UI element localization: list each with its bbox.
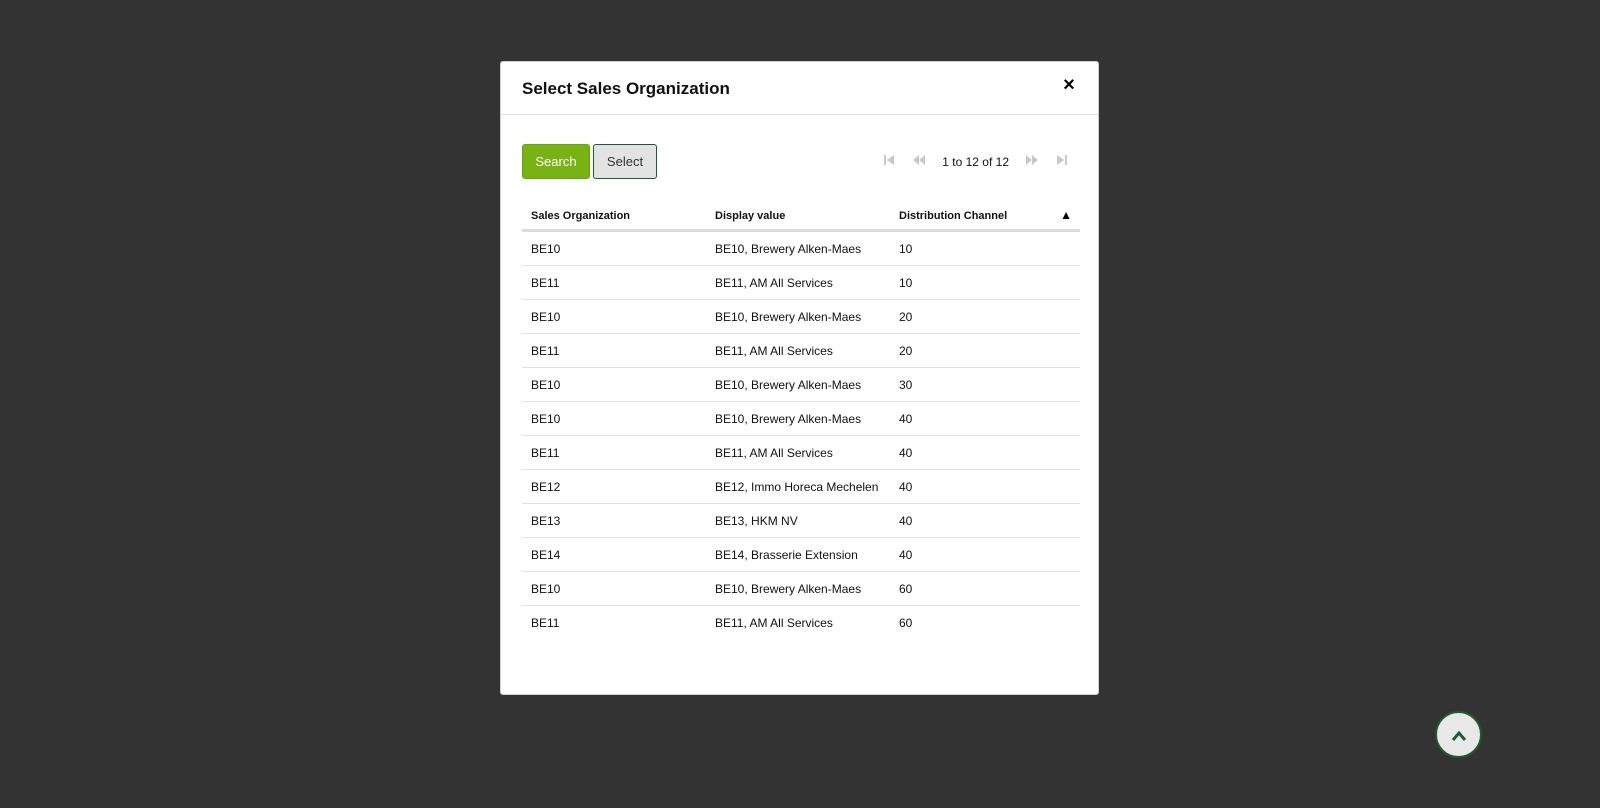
cell-sales-organization: BE12: [531, 480, 561, 494]
column-header-distribution-channel[interactable]: Distribution Channel: [899, 210, 1007, 222]
cell-display-value: BE10, Brewery Alken-Maes: [715, 582, 862, 596]
select-sales-organization-dialog: Select Sales Organization × Search Selec…: [500, 61, 1099, 695]
cell-sales-organization: BE11: [531, 276, 560, 290]
table-row[interactable]: BE11 BE11, AM All Services 60: [522, 606, 1080, 639]
dialog-title: Select Sales Organization: [522, 79, 730, 98]
cell-distribution-channel: 60: [899, 616, 913, 630]
cell-sales-organization: BE10: [531, 412, 561, 426]
cell-sales-organization: BE11: [531, 446, 560, 460]
cell-distribution-channel: 40: [899, 480, 913, 494]
cell-sales-organization: BE10: [531, 310, 561, 324]
table-header: Sales Organization Display value Distrib…: [522, 199, 1080, 232]
cell-distribution-channel: 20: [899, 344, 913, 358]
cell-display-value: BE11, AM All Services: [715, 276, 833, 290]
previous-page-icon[interactable]: [909, 152, 929, 172]
search-button[interactable]: Search: [522, 144, 590, 179]
cell-distribution-channel: 40: [899, 514, 913, 528]
cell-sales-organization: BE10: [531, 242, 561, 256]
table-row[interactable]: BE10 BE10, Brewery Alken-Maes 60: [522, 572, 1080, 606]
scroll-to-top-button[interactable]: [1435, 711, 1482, 758]
cell-sales-organization: BE13: [531, 514, 561, 528]
cell-display-value: BE11, AM All Services: [715, 446, 833, 460]
table-body: BE10 BE10, Brewery Alken-Maes 10 BE11 BE11, …: [522, 232, 1080, 639]
cell-distribution-channel: 60: [899, 582, 913, 596]
table-row[interactable]: BE11 BE11, AM All Services 20: [522, 334, 1080, 368]
cell-display-value: BE10, Brewery Alken-Maes: [715, 412, 862, 426]
column-header-sales-organization[interactable]: Sales Organization: [531, 210, 630, 222]
last-page-icon[interactable]: [1052, 152, 1072, 172]
table-row[interactable]: BE10 BE10, Brewery Alken-Maes 20: [522, 300, 1080, 334]
table-row[interactable]: BE10 BE10, Brewery Alken-Maes 40: [522, 402, 1080, 436]
cell-display-value: BE13, HKM NV: [715, 514, 798, 528]
cell-display-value: BE10, Brewery Alken-Maes: [715, 242, 862, 256]
cell-display-value: BE11, AM All Services: [715, 344, 833, 358]
cell-sales-organization: BE11: [531, 616, 560, 630]
select-button[interactable]: Select: [593, 144, 657, 179]
table-row[interactable]: BE14 BE14, Brasserie Extension 40: [522, 538, 1080, 572]
table-row[interactable]: BE10 BE10, Brewery Alken-Maes 10: [522, 232, 1080, 266]
dialog-toolbar: Search Select 1 to 12 of 12: [522, 144, 1077, 180]
table-row[interactable]: BE12 BE12, Immo Horeca Mechelen 40: [522, 470, 1080, 504]
cell-distribution-channel: 30: [899, 378, 913, 392]
sales-organization-table: Sales Organization Display value Distrib…: [522, 199, 1080, 639]
pagination-text: 1 to 12 of 12: [942, 154, 1009, 169]
cell-sales-organization: BE14: [531, 548, 561, 562]
table-row[interactable]: BE11 BE11, AM All Services 10: [522, 266, 1080, 300]
sort-ascending-icon[interactable]: ▲: [1060, 208, 1072, 222]
cell-distribution-channel: 40: [899, 412, 913, 426]
cell-display-value: BE12, Immo Horeca Mechelen: [715, 480, 879, 494]
cell-display-value: BE11, AM All Services: [715, 616, 833, 630]
dialog-header: Select Sales Organization ×: [501, 62, 1098, 115]
cell-distribution-channel: 40: [899, 446, 913, 460]
cell-sales-organization: BE11: [531, 344, 560, 358]
cell-display-value: BE10, Brewery Alken-Maes: [715, 378, 862, 392]
table-row[interactable]: BE10 BE10, Brewery Alken-Maes 30: [522, 368, 1080, 402]
cell-distribution-channel: 20: [899, 310, 913, 324]
next-page-icon[interactable]: [1022, 152, 1042, 172]
chevron-up-icon: [1451, 730, 1466, 742]
close-icon[interactable]: ×: [1058, 74, 1080, 96]
pagination: 1 to 12 of 12: [874, 144, 1077, 179]
table-row[interactable]: BE13 BE13, HKM NV 40: [522, 504, 1080, 538]
table-row[interactable]: BE11 BE11, AM All Services 40: [522, 436, 1080, 470]
cell-distribution-channel: 10: [899, 276, 913, 290]
cell-sales-organization: BE10: [531, 582, 561, 596]
cell-distribution-channel: 10: [899, 242, 913, 256]
cell-display-value: BE14, Brasserie Extension: [715, 548, 858, 562]
column-header-display-value[interactable]: Display value: [715, 210, 785, 222]
cell-display-value: BE10, Brewery Alken-Maes: [715, 310, 862, 324]
first-page-icon[interactable]: [879, 152, 899, 172]
cell-distribution-channel: 40: [899, 548, 913, 562]
cell-sales-organization: BE10: [531, 378, 561, 392]
